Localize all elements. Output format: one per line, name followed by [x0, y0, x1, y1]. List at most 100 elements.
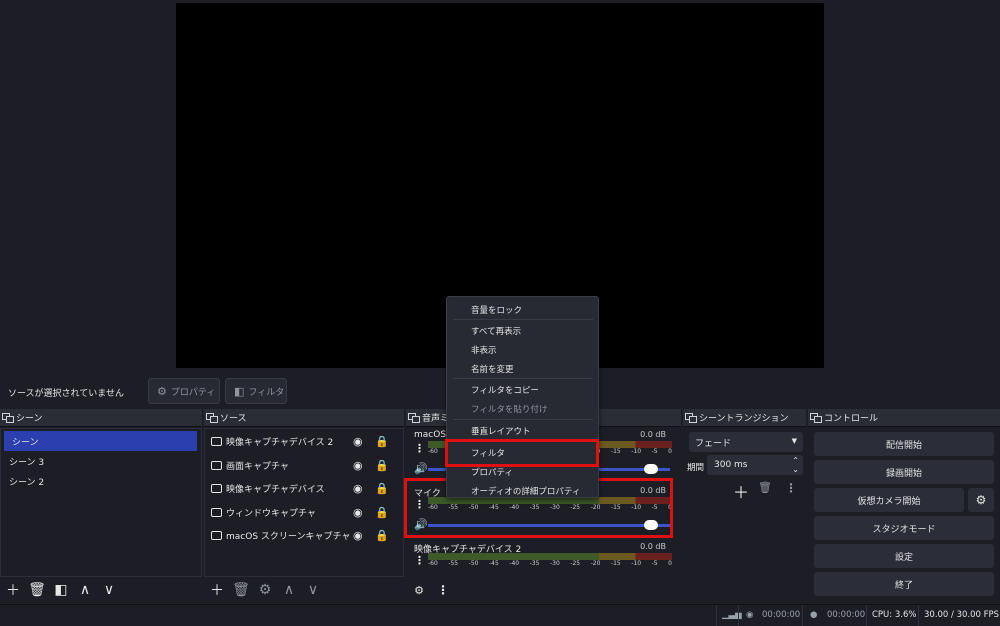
eye-icon[interactable]: ◉ [353, 506, 363, 519]
gear-icon: ⚙ [157, 384, 167, 398]
cpu-usage: CPU: 3.6% [872, 610, 917, 620]
start-recording-button[interactable]: 録画開始 [814, 460, 994, 484]
volume-slider-knob[interactable] [644, 464, 658, 474]
eye-icon[interactable]: ◉ [353, 529, 363, 542]
eye-icon[interactable]: ◉ [353, 482, 363, 495]
filters-menu-highlight [445, 439, 599, 467]
lock-icon[interactable]: 🔒 [375, 459, 389, 472]
menu-item-show-all[interactable]: すべて再表示 [471, 325, 521, 337]
channel-name: macOS [414, 430, 447, 440]
virtual-camera-settings-button[interactable]: ⚙ [968, 488, 994, 512]
add-transition-button[interactable]: ＋ [731, 479, 751, 502]
source-item[interactable]: 画面キャプチャ ◉ 🔒 [205, 454, 403, 478]
scenes-footer: ＋ 🗑 ◧ ∧ ∨ [0, 577, 202, 603]
transition-menu-button[interactable]: ⋮ [785, 481, 797, 499]
transition-selected-label: フェード [695, 438, 732, 449]
no-source-selected-text: ソースが選択されていません [8, 389, 125, 399]
sources-dock-title: ソース [204, 409, 404, 427]
menu-item-paste-filters: フィルタを貼り付け [471, 405, 548, 415]
source-item[interactable]: macOS スクリーンキャプチャ ◉ 🔒 [205, 524, 403, 548]
dock-icon [408, 413, 420, 423]
lock-icon[interactable]: 🔒 [375, 482, 389, 495]
dock-icon [810, 413, 822, 423]
source-item[interactable]: ウィンドウキャプチャ ◉ 🔒 [205, 501, 403, 525]
source-item[interactable]: 映像キャプチャデバイス 2 ◉ 🔒 [205, 430, 403, 454]
mixer-menu-button[interactable]: ⋮ [434, 581, 452, 599]
status-divider [918, 605, 919, 626]
duration-spinbox[interactable]: 300 ms ⌃ ⌄ [707, 455, 803, 475]
menu-item-properties[interactable]: プロパティ [471, 466, 513, 478]
menu-item-advanced-audio-properties[interactable]: オーディオの詳細プロパティ [471, 485, 580, 497]
menu-item-copy-filters[interactable]: フィルタをコピー [471, 384, 539, 396]
eye-icon[interactable]: ◉ [353, 435, 363, 448]
mixer-channel: 映像キャプチャデバイス 2 0.0 dB ⋮ -60 -55 -50 -45 -40 -3… [410, 540, 672, 580]
dock-icon [685, 413, 697, 423]
move-down-button[interactable]: ∨ [304, 581, 322, 599]
scene-item[interactable]: シーン [4, 431, 197, 451]
meter-tick-label: -60 [428, 560, 438, 567]
meter-tick-label: -55 [448, 560, 459, 567]
speaker-icon[interactable]: 🔊 [414, 462, 428, 475]
scenes-dock: シーン シーン シーン 3 シーン 2 ＋ 🗑 ◧ ∧ ∨ [0, 409, 202, 603]
move-up-button[interactable]: ∧ [76, 581, 94, 599]
exit-button[interactable]: 終了 [814, 572, 994, 596]
scene-label: シーン 3 [9, 457, 45, 468]
scene-transitions-dock: シーントランジション フェード ▼ 期間 300 ms ⌃ ⌄ ＋ 🗑 ⋮ [683, 409, 806, 603]
source-label: 映像キャプチャデバイス [226, 485, 325, 496]
source-properties-button[interactable]: ⚙ [256, 581, 274, 599]
channel-menu-icon[interactable]: ⋮ [414, 554, 425, 568]
scenes-list: シーン シーン 3 シーン 2 [0, 428, 202, 577]
remove-source-button[interactable]: 🗑 [232, 581, 250, 599]
scene-label: シーン [12, 437, 39, 448]
menu-separator [453, 319, 593, 320]
properties-button[interactable]: ⚙ プロパティ [148, 378, 220, 404]
stream-icon: ◉ [746, 610, 754, 620]
menu-item-vertical-layout[interactable]: 垂直レイアウト [471, 425, 531, 437]
controls-title: コントロール [824, 414, 879, 424]
monitor-icon [211, 531, 222, 541]
sources-footer: ＋ 🗑 ⚙ ∧ ∨ [204, 577, 404, 603]
transition-select[interactable]: フェード ▼ [689, 432, 803, 452]
meter-tick-label: -50 [468, 560, 479, 567]
meter-tick-label: -20 [590, 560, 601, 567]
start-virtual-camera-button[interactable]: 仮想カメラ開始 [814, 488, 964, 512]
add-source-button[interactable]: ＋ [208, 581, 226, 599]
add-scene-button[interactable]: ＋ [4, 581, 22, 599]
studio-mode-button[interactable]: スタジオモード [814, 516, 994, 540]
settings-button[interactable]: 設定 [814, 544, 994, 568]
move-down-button[interactable]: ∨ [100, 581, 118, 599]
channel-menu-icon[interactable]: ⋮ [414, 442, 425, 456]
lock-icon[interactable]: 🔒 [375, 529, 389, 542]
status-divider [866, 605, 867, 626]
filters-button[interactable]: ◧ フィルタ [225, 378, 287, 404]
transitions-dock-title: シーントランジション [683, 409, 806, 427]
meter-tick-label: -45 [488, 560, 499, 567]
meter-tick-label: -10 [631, 560, 642, 567]
source-item[interactable]: 映像キャプチャデバイス ◉ 🔒 [205, 477, 403, 501]
remove-scene-button[interactable]: 🗑 [28, 581, 46, 599]
eye-icon[interactable]: ◉ [353, 459, 363, 472]
start-streaming-button[interactable]: 配信開始 [814, 432, 994, 456]
menu-item-lock-volume[interactable]: 音量をロック [471, 304, 522, 316]
filter-icon: ◧ [234, 384, 245, 398]
monitor-icon [211, 460, 222, 470]
menu-separator [453, 419, 593, 420]
stream-time: 00:00:00 [762, 610, 801, 620]
meter-tick-label: 0 [668, 448, 672, 455]
scene-item[interactable]: シーン 2 [1, 471, 201, 491]
transitions-title: シーントランジション [699, 414, 789, 424]
menu-item-hide[interactable]: 非表示 [471, 344, 497, 356]
chevron-down-icon: ▼ [791, 437, 797, 445]
lock-icon[interactable]: 🔒 [375, 506, 389, 519]
scene-filters-button[interactable]: ◧ [52, 581, 70, 599]
scene-item[interactable]: シーン 3 [1, 451, 201, 471]
meter-tick-label: -15 [610, 560, 621, 567]
menu-item-rename[interactable]: 名前を変更 [471, 363, 514, 375]
mixer-settings-button[interactable]: ⚙ [410, 581, 428, 599]
lock-icon[interactable]: 🔒 [375, 435, 389, 448]
remove-transition-button[interactable]: 🗑 [757, 481, 773, 499]
meter-tick-label: -15 [610, 448, 621, 455]
move-up-button[interactable]: ∧ [280, 581, 298, 599]
fps-readout: 30.00 / 30.00 FPS [924, 610, 1000, 620]
spin-arrows-icon[interactable]: ⌃ ⌄ [792, 456, 799, 474]
